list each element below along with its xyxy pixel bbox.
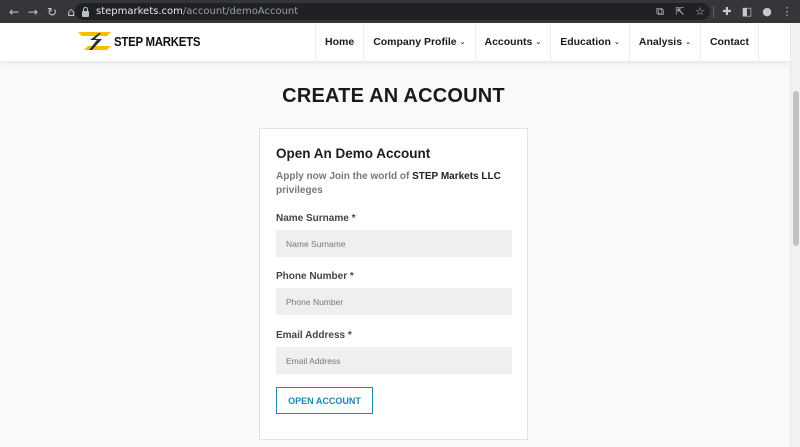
chevron-down-icon: ⌄ <box>535 38 542 46</box>
extensions-icon[interactable]: ✚ <box>720 5 734 18</box>
lock-icon[interactable] <box>81 6 90 17</box>
url-text[interactable]: stepmarkets.com/account/demoAccount <box>96 6 298 17</box>
reload-icon[interactable]: ↻ <box>44 5 60 19</box>
nav-analysis-label: Analysis <box>638 36 683 48</box>
scrollbar-thumb[interactable] <box>793 91 799 246</box>
page-title: CREATE AN ACCOUNT <box>282 85 505 107</box>
form-title: Open An Demo Account <box>276 146 431 161</box>
site-header: STEP MARKETS Home Company Profile ⌄ Accou… <box>0 23 790 61</box>
bookmark-star-icon[interactable]: ☆ <box>693 5 707 18</box>
logo-mark-icon <box>78 32 111 50</box>
form-subtitle: Apply now Join the world of STEP Markets… <box>276 170 506 198</box>
profile-icon[interactable]: ● <box>760 5 774 18</box>
phone-input[interactable] <box>276 288 512 315</box>
nav-education-label: Education <box>560 36 611 48</box>
name-input[interactable] <box>276 230 512 257</box>
nav-analysis[interactable]: Analysis ⌄ <box>628 23 700 61</box>
nav-home[interactable]: Home <box>315 23 363 61</box>
address-bar[interactable]: stepmarkets.com/account/demoAccount <box>75 3 710 20</box>
menu-dots-icon[interactable]: ⋮ <box>780 5 794 18</box>
nav-contact-label: Contact <box>709 36 750 48</box>
site-logo[interactable]: STEP MARKETS <box>78 29 212 53</box>
forward-arrow-icon[interactable]: → <box>25 5 41 19</box>
nav-company-profile-label: Company Profile <box>373 36 457 48</box>
form-subtitle-prefix: Apply now Join the world of <box>276 171 413 182</box>
email-input[interactable] <box>276 347 512 374</box>
form-subtitle-brand: STEP Markets LLC <box>412 171 501 182</box>
nav-home-label: Home <box>325 36 355 48</box>
main-nav: Home Company Profile ⌄ Accounts ⌄ Educatio… <box>315 23 760 61</box>
page-scrollbar[interactable] <box>790 23 800 447</box>
url-path: /account/demoAccount <box>182 6 299 17</box>
url-host: stepmarkets.com <box>96 6 183 17</box>
name-label: Name Surname * <box>276 213 356 224</box>
back-arrow-icon[interactable]: ← <box>6 5 22 19</box>
brand-name: STEP MARKETS <box>114 33 201 49</box>
demo-account-form: Open An Demo Account Apply now Join the … <box>259 128 528 440</box>
nav-contact[interactable]: Contact <box>699 23 760 61</box>
share-icon[interactable]: ⇱ <box>673 5 687 18</box>
chevron-down-icon: ⌄ <box>459 38 466 46</box>
chevron-down-icon: ⌄ <box>685 38 691 46</box>
nav-company-profile[interactable]: Company Profile ⌄ <box>363 23 474 61</box>
toolbar-divider <box>713 5 714 18</box>
nav-accounts[interactable]: Accounts ⌄ <box>474 23 551 61</box>
sidebar-icon[interactable]: ◧ <box>740 5 754 18</box>
open-account-button[interactable]: OPEN ACCOUNT <box>276 387 373 414</box>
phone-label: Phone Number * <box>276 271 354 282</box>
form-subtitle-suffix: privileges <box>276 185 323 196</box>
chevron-down-icon: ⌄ <box>613 38 620 46</box>
browser-toolbar: ← → ↻ ⌂ stepmarkets.com/account/demoAcco… <box>0 0 800 23</box>
translate-icon[interactable]: ⧉ <box>653 5 667 19</box>
nav-education[interactable]: Education ⌄ <box>550 23 629 61</box>
email-label: Email Address * <box>276 330 352 341</box>
nav-accounts-label: Accounts <box>484 36 533 48</box>
